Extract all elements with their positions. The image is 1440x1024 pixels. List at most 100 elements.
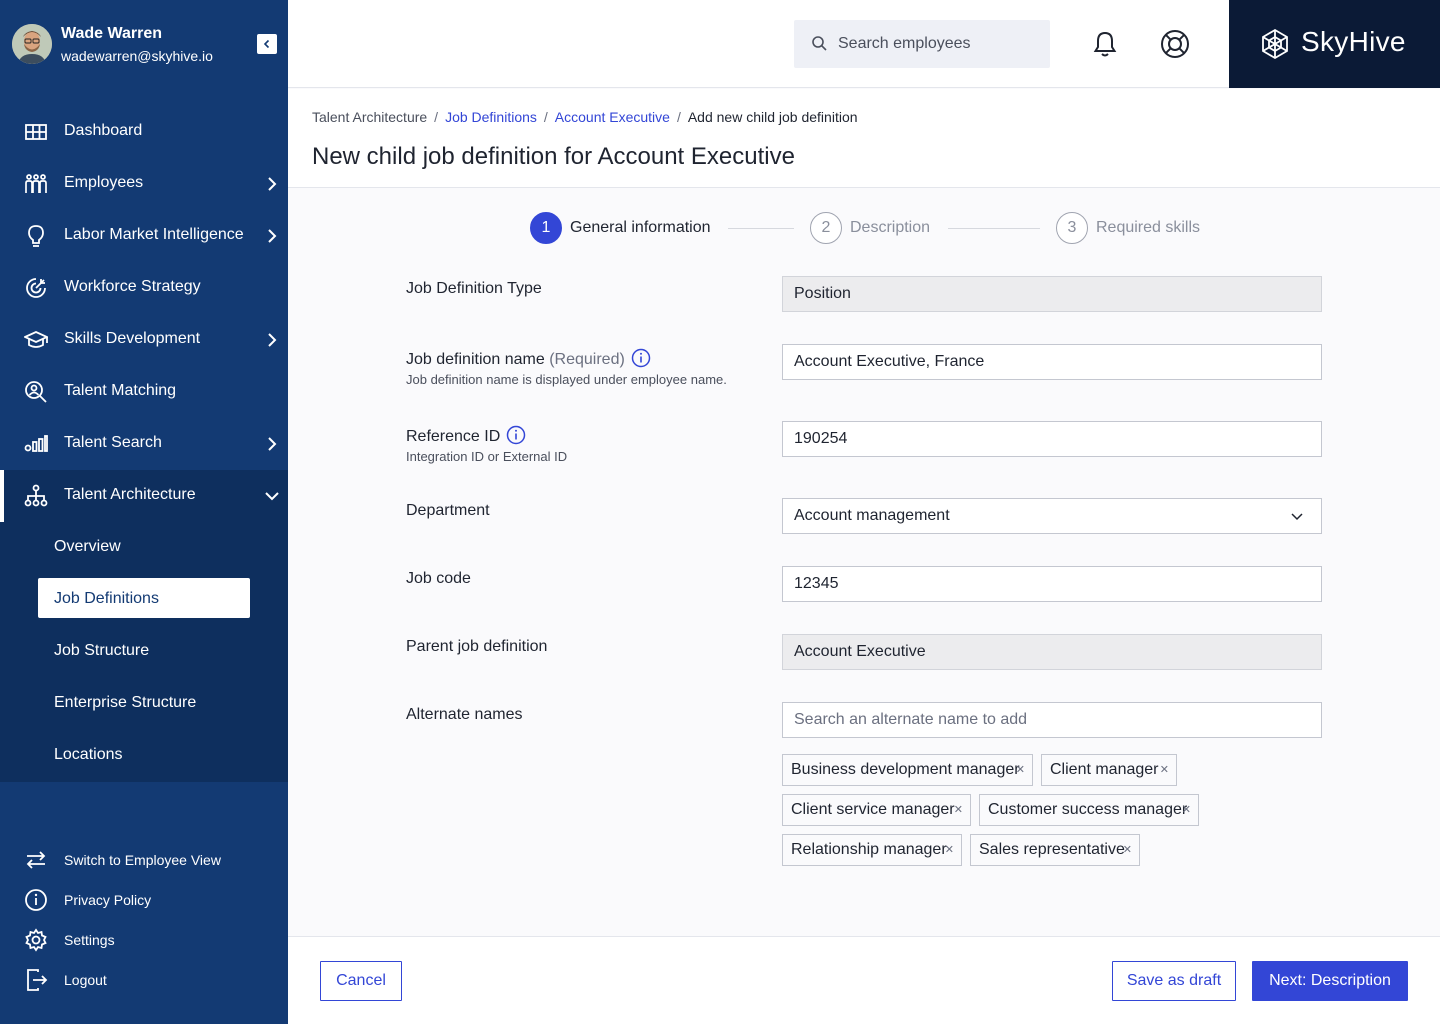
next-description-button[interactable]: Next: Description xyxy=(1252,961,1408,1001)
help-lifebuoy-icon[interactable] xyxy=(1159,28,1191,60)
user-profile: Wade Warren wadewarren@skyhive.io xyxy=(12,24,277,64)
lightbulb-icon xyxy=(28,225,44,247)
remove-tag-icon[interactable]: ✕ xyxy=(945,835,954,865)
sidebar-subitem-label: Job Definitions xyxy=(54,590,159,607)
sidebar-subitem-label: Locations xyxy=(54,746,123,763)
sidebar-item-label: Dashboard xyxy=(64,122,143,139)
info-icon[interactable] xyxy=(506,425,526,445)
sidebar-item-workforce-strategy[interactable]: Workforce Strategy xyxy=(0,262,288,314)
bottom-nav: Switch to Employee View Privacy Policy S… xyxy=(0,840,288,1000)
breadcrumb-link-job-definitions[interactable]: Job Definitions xyxy=(445,109,537,125)
chevron-right-icon xyxy=(268,437,277,451)
alternate-name-tag: Customer success manager ✕ xyxy=(979,794,1199,826)
chevron-right-icon xyxy=(268,229,277,243)
cancel-button[interactable]: Cancel xyxy=(320,961,402,1001)
alternate-name-search-input[interactable] xyxy=(782,702,1322,738)
sidebar-subitem-enterprise-structure[interactable]: Enterprise Structure xyxy=(0,678,288,730)
sidebar-item-label: Labor Market Intelligence xyxy=(64,226,244,243)
sidebar-item-skills-development[interactable]: Skills Development xyxy=(0,314,288,366)
sidebar-subitem-job-structure[interactable]: Job Structure xyxy=(0,626,288,678)
brand-logo[interactable]: SkyHive xyxy=(1229,0,1440,88)
privacy-policy-link[interactable]: Privacy Policy xyxy=(0,880,288,920)
sidebar: Wade Warren wadewarren@skyhive.io Dashbo… xyxy=(0,0,288,1024)
breadcrumb-current: Add new child job definition xyxy=(687,109,858,125)
logout-link[interactable]: Logout xyxy=(0,960,288,1000)
field-label: Reference ID xyxy=(406,428,501,445)
info-icon[interactable] xyxy=(631,348,651,368)
sidebar-subitem-job-definitions[interactable]: Job Definitions xyxy=(0,574,288,626)
sidebar-item-talent-search[interactable]: Talent Search xyxy=(0,418,288,470)
target-icon xyxy=(26,278,46,298)
step-label: Required skills xyxy=(1096,219,1201,236)
sidebar-item-talent-matching[interactable]: Talent Matching xyxy=(0,366,288,418)
graduation-cap-icon xyxy=(24,331,48,348)
job-code-input[interactable] xyxy=(782,566,1322,602)
alternate-name-tag: Client manager ✕ xyxy=(1041,754,1177,786)
collapse-sidebar-button[interactable] xyxy=(257,34,277,54)
department-select[interactable]: Account management xyxy=(782,498,1322,534)
remove-tag-icon[interactable]: ✕ xyxy=(1160,755,1169,785)
top-header: SkyHive xyxy=(288,0,1440,88)
save-draft-button[interactable]: Save as draft xyxy=(1112,961,1236,1001)
chevron-down-icon xyxy=(1291,513,1303,521)
person-search-icon xyxy=(25,381,47,403)
sidebar-subitem-label: Enterprise Structure xyxy=(54,694,197,711)
sidebar-item-labor-market-intelligence[interactable]: Labor Market Intelligence xyxy=(0,210,288,262)
reference-id-input[interactable] xyxy=(782,421,1322,457)
breadcrumb: Talent Architecture / Job Definitions / Acco… xyxy=(312,109,858,125)
remove-tag-icon[interactable]: ✕ xyxy=(1182,795,1191,825)
bell-icon[interactable] xyxy=(1089,28,1121,60)
sidebar-subitem-label: Overview xyxy=(54,538,121,555)
step-connector xyxy=(728,228,794,229)
field-label: Job code xyxy=(406,570,471,587)
sidebar-subitem-locations[interactable]: Locations xyxy=(0,730,288,782)
gear-icon xyxy=(25,928,47,952)
nav-label: Logout xyxy=(64,972,107,988)
sidebar-item-label: Talent Architecture xyxy=(64,486,196,503)
job-definition-type-field: Position xyxy=(782,276,1322,312)
form-footer: Cancel Save as draft Next: Description xyxy=(288,936,1440,1024)
remove-tag-icon[interactable]: ✕ xyxy=(954,795,963,825)
alternate-name-tag: Client service manager ✕ xyxy=(782,794,971,826)
step-label: General information xyxy=(570,219,711,236)
parent-job-definition-field: Account Executive xyxy=(782,634,1322,670)
remove-tag-icon[interactable]: ✕ xyxy=(1123,835,1132,865)
field-label: Department xyxy=(406,502,490,519)
switch-icon xyxy=(26,851,46,869)
required-indicator: (Required) xyxy=(549,351,625,368)
tag-label: Sales representative xyxy=(979,841,1125,858)
employees-icon xyxy=(25,174,47,193)
sidebar-item-label: Employees xyxy=(64,174,144,191)
progress-stepper: 1 General information 2 Description 3 Re… xyxy=(530,212,1210,244)
breadcrumb-link-account-executive[interactable]: Account Executive xyxy=(555,109,670,125)
sidebar-item-label: Skills Development xyxy=(64,330,201,347)
field-label-wrapper: Reference ID xyxy=(406,425,526,446)
page-header: Talent Architecture / Job Definitions / Acco… xyxy=(288,89,1440,188)
sidebar-item-employees[interactable]: Employees xyxy=(0,158,288,210)
field-label: Alternate names xyxy=(406,706,523,723)
step-label: Description xyxy=(850,219,931,236)
sidebar-subitem-overview[interactable]: Overview xyxy=(0,522,288,574)
settings-link[interactable]: Settings xyxy=(0,920,288,960)
avatar[interactable] xyxy=(12,24,52,64)
logout-icon xyxy=(27,969,48,991)
nav-label: Switch to Employee View xyxy=(64,852,221,868)
job-definition-name-input[interactable] xyxy=(782,344,1322,380)
tag-label: Relationship manager xyxy=(791,841,947,858)
hierarchy-icon xyxy=(24,484,48,507)
bar-search-icon xyxy=(24,435,48,452)
user-name: Wade Warren xyxy=(61,25,163,42)
field-help-text: Integration ID or External ID xyxy=(406,449,568,464)
alternate-name-tag: Business development manager ✕ xyxy=(782,754,1033,786)
sidebar-item-talent-architecture[interactable]: Talent Architecture xyxy=(0,470,288,522)
search-input[interactable] xyxy=(838,32,1038,56)
sidebar-item-label: Talent Matching xyxy=(64,382,177,399)
main-nav: Dashboard Employees Labor Market Intelli… xyxy=(0,106,288,782)
switch-to-employee-view-link[interactable]: Switch to Employee View xyxy=(0,840,288,880)
field-label: Job definition name xyxy=(406,351,545,368)
dashboard-grid-icon xyxy=(25,124,47,140)
chevron-left-icon xyxy=(263,39,270,49)
tag-label: Client service manager xyxy=(791,801,955,818)
sidebar-item-dashboard[interactable]: Dashboard xyxy=(0,106,288,158)
remove-tag-icon[interactable]: ✕ xyxy=(1016,755,1025,785)
